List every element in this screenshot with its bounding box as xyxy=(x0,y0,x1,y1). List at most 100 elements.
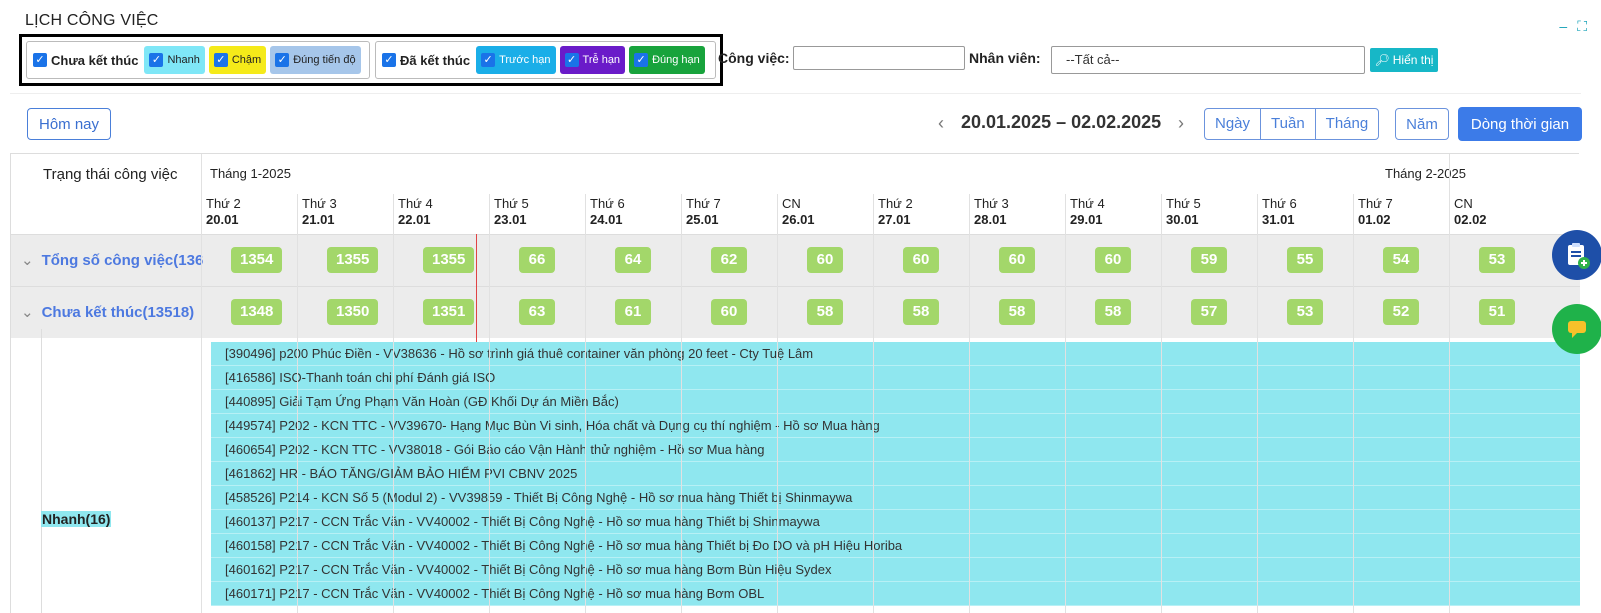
column-divider xyxy=(1257,194,1258,613)
count-badge[interactable]: 64 xyxy=(615,247,651,273)
column-divider xyxy=(1449,154,1450,613)
task-bar[interactable]: [460137] P217 - CCN Trắc Văn - VV40002 -… xyxy=(211,510,1580,534)
task-bar[interactable]: [460654] P202 - KCN TTC - VV38018 - Gói … xyxy=(211,438,1580,462)
day-column-header: Thứ 7 01.02 xyxy=(1358,196,1393,227)
view-year-button[interactable]: Năm xyxy=(1395,108,1449,140)
filter-fast-checkbox[interactable]: ✓ Nhanh xyxy=(144,46,205,74)
task-bar[interactable]: [460158] P217 - CCN Trắc Văn - VV40002 -… xyxy=(211,534,1580,558)
view-month-button[interactable]: Tháng xyxy=(1316,109,1379,139)
today-marker xyxy=(476,234,477,342)
count-badge[interactable]: 60 xyxy=(807,247,843,273)
checkbox-checked-icon: ✓ xyxy=(382,53,396,67)
add-task-button[interactable] xyxy=(1552,230,1601,280)
filter-slow-checkbox[interactable]: ✓ Chậm xyxy=(208,46,267,74)
day-column-header: Thứ 2 27.01 xyxy=(878,196,913,227)
employee-select[interactable]: --Tất cả-- xyxy=(1051,46,1365,74)
summary-label[interactable]: ⌄ Chưa kết thúc(13518) xyxy=(21,303,206,321)
chat-button[interactable] xyxy=(1552,304,1601,354)
column-divider xyxy=(1353,194,1354,613)
filter-closed-checkbox[interactable]: ✓ Đã kết thúc xyxy=(380,46,472,74)
column-divider xyxy=(969,194,970,613)
count-badge[interactable]: 60 xyxy=(903,247,939,273)
task-bar[interactable]: [440895] Giải Tạm Ứng Phạm Văn Hoàn (GĐ … xyxy=(211,390,1580,414)
count-badge[interactable]: 63 xyxy=(519,299,555,325)
count-badge[interactable]: 60 xyxy=(1095,247,1131,273)
group-label-fast: Nhanh(16) xyxy=(41,511,112,527)
task-filter-label: Công việc: xyxy=(718,50,790,66)
count-badge[interactable]: 60 xyxy=(999,247,1035,273)
column-divider xyxy=(393,194,394,613)
day-column-header: Thứ 3 28.01 xyxy=(974,196,1009,227)
checkbox-checked-icon: ✓ xyxy=(149,53,164,67)
count-badge[interactable]: 1354 xyxy=(231,247,283,273)
task-bar[interactable]: [390496] p200 Phúc Điền - VV38636 - Hồ s… xyxy=(211,342,1580,366)
day-column-header: Thứ 2 20.01 xyxy=(206,196,241,227)
day-column-header: CN 02.02 xyxy=(1454,196,1487,227)
task-bar[interactable]: [460162] P217 - CCN Trắc Văn - VV40002 -… xyxy=(211,558,1580,582)
task-bar[interactable]: [460171] P217 - CCN Trắc Văn - VV40002 -… xyxy=(211,582,1580,606)
count-badge[interactable]: 61 xyxy=(615,299,651,325)
count-badge[interactable]: 59 xyxy=(1191,247,1227,273)
task-search-input[interactable] xyxy=(793,46,965,70)
column-divider xyxy=(297,194,298,613)
today-button[interactable]: Hôm nay xyxy=(27,108,111,140)
filter-open-checkbox[interactable]: ✓ Chưa kết thúc xyxy=(31,46,140,74)
task-bar[interactable]: [416586] ISO-Thanh toán chi phí Đánh giá… xyxy=(211,366,1580,390)
day-column-header: Thứ 7 25.01 xyxy=(686,196,721,227)
chat-icon xyxy=(1568,321,1586,338)
filter-ontrack-checkbox[interactable]: ✓ Đúng tiến độ xyxy=(270,46,361,74)
count-badge[interactable]: 1351 xyxy=(423,299,475,325)
count-badge[interactable]: 1355 xyxy=(327,247,379,273)
column-divider xyxy=(1065,194,1066,613)
task-bar[interactable]: [449574] P202 - KCN TTC - VV39670- Hạng … xyxy=(211,414,1580,438)
count-badge[interactable]: 58 xyxy=(807,299,843,325)
count-badge[interactable]: 62 xyxy=(711,247,747,273)
view-switcher: Ngày Tuần Tháng xyxy=(1204,108,1380,140)
count-badge[interactable]: 55 xyxy=(1287,247,1323,273)
day-column-header: Thứ 6 31.01 xyxy=(1262,196,1297,227)
count-badge[interactable]: 1355 xyxy=(423,247,475,273)
count-badge[interactable]: 58 xyxy=(903,299,939,325)
task-bar[interactable]: [458526] P214 - KCN Số 5 (Modul 2) - VV3… xyxy=(211,486,1580,510)
month-header: Tháng 1-2025 xyxy=(210,166,291,181)
count-badge[interactable]: 60 xyxy=(711,299,747,325)
window-controls: – ⛶ xyxy=(1559,18,1587,35)
count-badge[interactable]: 1350 xyxy=(327,299,379,325)
chevron-down-icon[interactable]: ⌄ xyxy=(21,304,34,321)
clipboard-add-icon xyxy=(1568,243,1590,269)
column-divider xyxy=(585,194,586,613)
count-badge[interactable]: 57 xyxy=(1191,299,1227,325)
column-divider xyxy=(681,194,682,613)
view-week-button[interactable]: Tuần xyxy=(1261,109,1316,139)
column-divider xyxy=(201,154,202,613)
timeline-button[interactable]: Dòng thời gian xyxy=(1458,107,1582,141)
count-badge[interactable]: 51 xyxy=(1479,299,1515,325)
checkbox-checked-icon: ✓ xyxy=(564,53,579,67)
count-badge[interactable]: 53 xyxy=(1287,299,1323,325)
checkbox-checked-icon: ✓ xyxy=(33,53,47,67)
filter-late-checkbox[interactable]: ✓ Trễ hạn xyxy=(559,46,626,74)
maximize-icon[interactable]: ⛶ xyxy=(1577,18,1587,35)
show-button[interactable]: 🔎︎ Hiển thị xyxy=(1370,48,1438,72)
count-badge[interactable]: 54 xyxy=(1383,247,1419,273)
view-day-button[interactable]: Ngày xyxy=(1205,109,1262,139)
chevron-down-icon[interactable]: ⌄ xyxy=(21,252,34,269)
checkbox-checked-icon: ✓ xyxy=(634,53,649,67)
count-badge[interactable]: 58 xyxy=(999,299,1035,325)
checkbox-checked-icon: ✓ xyxy=(213,53,228,67)
filter-group-closed: ✓ Đã kết thúc ✓ Trước hạn ✓ Trễ hạn ✓ Đú… xyxy=(375,41,716,79)
filter-ontime-checkbox[interactable]: ✓ Đúng hạn xyxy=(629,46,705,74)
status-column-header: Trạng thái công việc xyxy=(43,166,178,183)
count-badge[interactable]: 66 xyxy=(519,247,555,273)
summary-label[interactable]: ⌄ Tổng số công việc(136 xyxy=(21,251,206,269)
count-badge[interactable]: 1348 xyxy=(231,299,283,325)
chevron-right-icon[interactable]: › xyxy=(1178,113,1184,134)
filter-early-checkbox[interactable]: ✓ Trước hạn xyxy=(476,46,556,74)
employee-filter-label: Nhân viên: xyxy=(969,50,1041,66)
count-badge[interactable]: 53 xyxy=(1479,247,1515,273)
count-badge[interactable]: 58 xyxy=(1095,299,1131,325)
minimize-icon[interactable]: – xyxy=(1559,18,1567,35)
count-badge[interactable]: 52 xyxy=(1383,299,1419,325)
task-bar[interactable]: [461862] HR - BÁO TĂNG/GIẢM BẢO HIỂM PVI… xyxy=(211,462,1580,486)
chevron-left-icon[interactable]: ‹ xyxy=(938,113,944,134)
